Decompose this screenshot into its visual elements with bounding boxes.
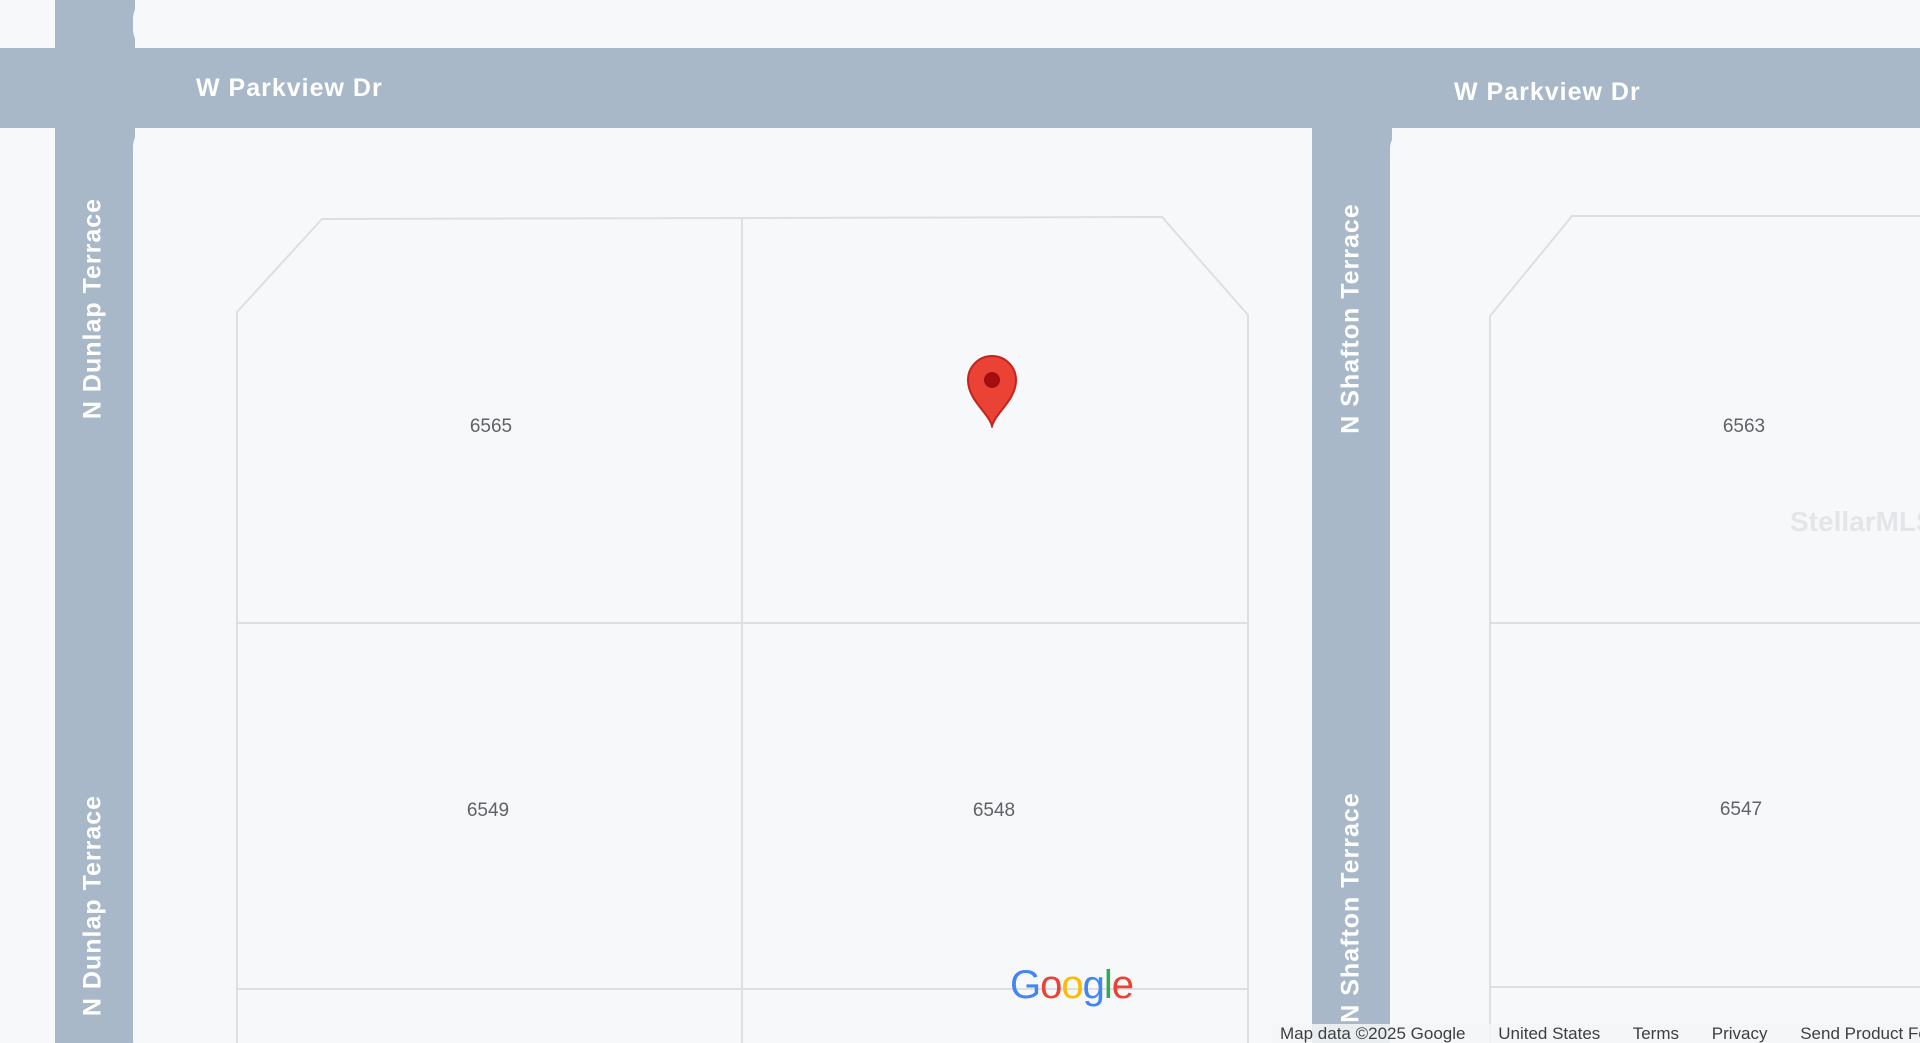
- road-label-dunlap-top: N Dunlap Terrace: [78, 197, 107, 420]
- mls-watermark: StellarMLS: [1790, 506, 1920, 537]
- google-logo-letter: g: [1082, 963, 1105, 1007]
- block-top-middle: [133, 0, 1920, 48]
- block-top-left: [0, 0, 55, 48]
- map-pin-icon[interactable]: [964, 354, 1020, 428]
- road-label-shafton-top: N Shafton Terrace: [1336, 203, 1365, 434]
- google-logo-letter: o: [1061, 963, 1083, 1007]
- block-right: [1390, 130, 1920, 1043]
- google-logo-letter: e: [1111, 963, 1134, 1007]
- lot-number-6563: 6563: [1722, 416, 1766, 437]
- road-label-parkview-right: W Parkview Dr: [1454, 78, 1641, 106]
- road-label-parkview-left: W Parkview Dr: [196, 74, 383, 102]
- terms-link[interactable]: Terms: [1633, 1024, 1679, 1043]
- send-product-feedback-link[interactable]: Send Product Feedback: [1800, 1024, 1920, 1043]
- country-link[interactable]: United States: [1498, 1024, 1600, 1043]
- road-label-dunlap-bottom: N Dunlap Terrace: [78, 794, 107, 1017]
- google-logo: Google: [1010, 963, 1134, 1008]
- lot-number-6549: 6549: [466, 800, 510, 821]
- map-attribution-bar: Map data ©2025 Google United States Term…: [1272, 1024, 1920, 1043]
- privacy-link[interactable]: Privacy: [1712, 1024, 1768, 1043]
- lot-number-6548: 6548: [972, 800, 1016, 821]
- lot-number-6547: 6547: [1719, 799, 1763, 820]
- google-logo-letter: G: [1010, 963, 1041, 1007]
- map-canvas[interactable]: W Parkview Dr W Parkview Dr N Dunlap Ter…: [0, 0, 1920, 1043]
- road-label-shafton-bottom: N Shafton Terrace: [1336, 792, 1365, 1023]
- lot-number-6565: 6565: [469, 416, 513, 437]
- block-left: [0, 128, 55, 1043]
- google-logo-letter: o: [1040, 963, 1062, 1007]
- map-data-text: Map data ©2025 Google: [1280, 1024, 1466, 1043]
- map-roads-layer: [0, 0, 1920, 1043]
- block-center: [133, 128, 1312, 1043]
- google-logo-letter: l: [1103, 963, 1113, 1007]
